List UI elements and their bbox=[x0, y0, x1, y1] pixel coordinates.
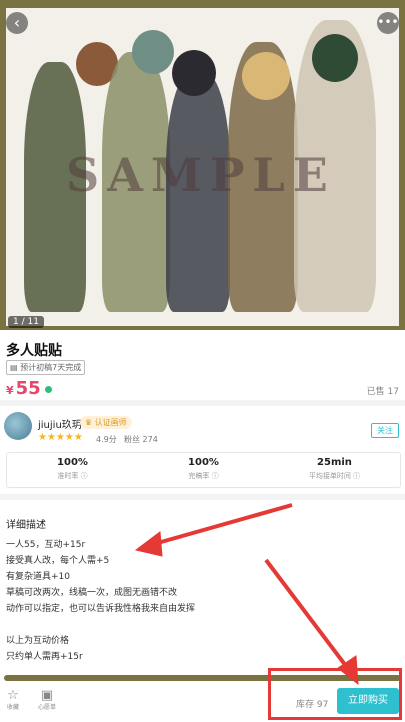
seller-avatar[interactable] bbox=[4, 412, 32, 440]
description-line: 接受真人改，每个人需+5 bbox=[6, 556, 110, 566]
rating-score: 4.9分 bbox=[96, 435, 117, 444]
buy-now-button[interactable]: 立即购买 bbox=[337, 688, 399, 714]
stat-label: 平均接单时间 ⓘ bbox=[308, 472, 361, 480]
favorite-label: 收藏 bbox=[6, 704, 19, 711]
stat-response-time: 25min 平均接单时间 ⓘ bbox=[269, 457, 400, 481]
description-line: 只约单人需再+15r bbox=[6, 652, 83, 662]
stat-label: 准时率 ⓘ bbox=[57, 472, 88, 480]
note-icon: ▣ bbox=[40, 688, 54, 703]
favorite-button[interactable]: ☆ 收藏 bbox=[0, 689, 28, 711]
star-outline-icon: ☆ bbox=[7, 688, 19, 703]
description-line: 草稿可改两次，线稿一次，成图无画错不改 bbox=[6, 588, 178, 598]
stat-label: 完稿率 ⓘ bbox=[188, 472, 219, 480]
description-line: 一人55，互动+15r bbox=[6, 540, 86, 550]
character-head bbox=[242, 52, 290, 100]
stat-value: 25min bbox=[317, 457, 352, 468]
price: ¥55 bbox=[6, 378, 52, 399]
crown-icon: ♛ bbox=[85, 418, 93, 427]
seller-name[interactable]: jiujiu玖玥 bbox=[38, 416, 82, 431]
description-line: 以上为互动价格 bbox=[6, 636, 70, 646]
character-head bbox=[132, 30, 174, 74]
fan-count: 粉丝 274 bbox=[124, 435, 158, 444]
stat-value: 100% bbox=[57, 457, 88, 468]
description-line: 动作可以指定，也可以告诉我性格我来自由发挥 bbox=[6, 604, 196, 614]
product-artwork: SAMPLE bbox=[6, 8, 399, 326]
stat-on-time: 100% 准时率 ⓘ bbox=[7, 457, 138, 481]
more-icon[interactable]: ••• bbox=[377, 12, 399, 34]
section-divider bbox=[0, 400, 405, 406]
back-arrow-icon[interactable]: ‹ bbox=[6, 12, 28, 34]
delivery-tag: ▤ 预计初稿7天完成 bbox=[6, 360, 86, 375]
character-head bbox=[172, 50, 216, 96]
delivery-tag-label: 预计初稿7天完成 bbox=[20, 363, 82, 372]
product-title: 多人贴贴 bbox=[6, 343, 62, 359]
annotation-arrow-down bbox=[264, 558, 359, 686]
product-image-carousel[interactable]: SAMPLE ‹ ••• 1 / 11 bbox=[0, 0, 405, 330]
price-value: 55 bbox=[15, 378, 41, 399]
verified-icon bbox=[44, 386, 52, 393]
price-currency: ¥ bbox=[6, 384, 14, 397]
certified-badge-label: 认证画师 bbox=[94, 418, 127, 427]
image-pager: 1 / 11 bbox=[8, 316, 44, 328]
certified-badge: ♛ 认证画师 bbox=[80, 416, 132, 429]
character-head bbox=[312, 34, 358, 82]
section-divider bbox=[0, 494, 405, 500]
wishlist-label: 心愿单 bbox=[37, 704, 56, 711]
description-body: 一人55，互动+15r 接受真人改，每个人需+5 有复杂道具+10 草稿可改两次… bbox=[6, 537, 195, 665]
stock-count: 库存 97 bbox=[296, 700, 329, 710]
sample-watermark: SAMPLE bbox=[66, 148, 336, 202]
image-frame-bar bbox=[0, 326, 405, 330]
sold-count: 已售 17 bbox=[366, 387, 399, 397]
follow-button[interactable]: 关注 bbox=[371, 423, 399, 438]
calendar-icon: ▤ bbox=[10, 363, 18, 372]
stat-value: 100% bbox=[188, 457, 219, 468]
stat-completion: 100% 完稿率 ⓘ bbox=[138, 457, 269, 481]
seller-stats: 100% 准时率 ⓘ 100% 完稿率 ⓘ 25min 平均接单时间 ⓘ bbox=[6, 452, 401, 488]
description-title: 详细描述 bbox=[6, 520, 46, 531]
wishlist-button[interactable]: ▣ 心愿单 bbox=[32, 689, 62, 711]
rating-stars: ★★★★★ bbox=[38, 432, 83, 443]
description-line: 有复杂道具+10 bbox=[6, 572, 70, 582]
